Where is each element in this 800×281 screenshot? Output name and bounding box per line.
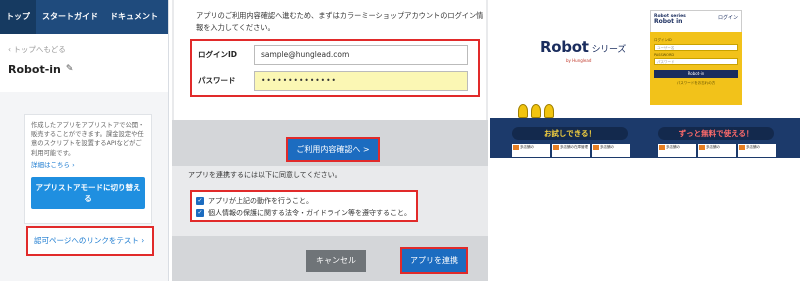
login-button[interactable]: Robot-in	[654, 70, 738, 78]
lightbulb-icon	[531, 104, 541, 118]
app-store-card: 作成したアプリをアプリストアで公開・販売することができます。課金設定や任意のスク…	[24, 114, 152, 224]
connect-app-button[interactable]: アプリを連携	[400, 247, 468, 274]
agreement-label: 個人情報の保護に関する法令・ガイドライン等を遵守すること。	[208, 209, 411, 217]
plan-card[interactable]: 多店舗の	[592, 144, 630, 157]
login-intro-text: アプリのご利用内容確認へ進むため、まずはカラーミーショップアカウントのログイン情…	[196, 11, 484, 32]
robot-in-logo: Robot series Robot in	[654, 14, 686, 25]
app-header: ‹ トップへもどる Robot-in ✎	[0, 34, 168, 92]
agreement-label: アプリが上記の動作を行うこと。	[208, 197, 313, 205]
lightbulb-icon	[518, 104, 528, 118]
checkbox-checked-icon[interactable]: ✓	[196, 197, 204, 205]
lightbulb-icons	[518, 100, 578, 118]
plan-card[interactable]: 多店舗の	[738, 144, 776, 157]
app-store-description: 作成したアプリをアプリストアで公開・販売することができます。課金設定や任意のスク…	[31, 122, 145, 157]
robot-in-website: Robot シリーズ by Hunglead Robot series Robot…	[490, 0, 800, 281]
details-link[interactable]: 詳細はこちら ›	[31, 159, 145, 169]
login-id-label: ログインID	[654, 38, 672, 42]
password-field[interactable]: ••••••••••••••	[254, 71, 468, 91]
plans-band: お試しできる！ ずっと無料で使える！ 多店舗の 多店舗の在庫管理 多店舗の 多店…	[490, 118, 800, 158]
back-to-top-link[interactable]: ‹ トップへもどる	[8, 44, 160, 55]
login-box: ログインID ユーザー名 PASSWORD パスワード Robot-in パスワ…	[650, 32, 742, 105]
app-title-row: Robot-in ✎	[8, 63, 160, 76]
confirm-usage-button[interactable]: ご利用内容確認へ >	[286, 137, 380, 162]
app-title: Robot-in	[8, 63, 61, 76]
consent-dialog: アプリのご利用内容確認へ進むため、まずはカラーミーショップアカウントのログイン情…	[172, 0, 488, 281]
lightbulb-icon	[544, 104, 554, 118]
nav-tab-start-guide[interactable]: スタートガイド	[36, 0, 104, 34]
login-id-field[interactable]: sample@hunglead.com	[254, 45, 468, 65]
test-auth-link[interactable]: 認可ページへのリンクをテスト ›	[26, 226, 154, 256]
hero-section: Robot シリーズ by Hunglead Robot series Robot…	[490, 0, 800, 118]
username-input[interactable]: ユーザー名	[654, 44, 738, 51]
robot-series-logo: Robot シリーズ	[540, 38, 626, 56]
plan-card[interactable]: 多店舗の	[698, 144, 736, 157]
forgot-password-link[interactable]: パスワードをお忘れの方	[654, 81, 738, 86]
login-form: ログインID sample@hunglead.com パスワード •••••••…	[190, 39, 480, 97]
cancel-button[interactable]: キャンセル	[306, 250, 366, 272]
app-settings-panel: トップ スタートガイド ドキュメント ‹ トップへもどる Robot-in ✎ …	[0, 0, 169, 281]
confirm-bar: ご利用内容確認へ >	[172, 120, 488, 166]
password-label: パスワード	[198, 76, 236, 85]
agreement-item[interactable]: ✓ アプリが上記の動作を行うこと。	[196, 195, 412, 207]
agreement-checklist: ✓ アプリが上記の動作を行うこと。 ✓ 個人情報の保護に関する法令・ガイドライン…	[190, 190, 418, 222]
plan-card[interactable]: 多店舗の在庫管理	[552, 144, 590, 157]
trial-cards: 多店舗の 多店舗の在庫管理 多店舗の	[512, 144, 630, 157]
switch-store-mode-button[interactable]: アプリストアモードに切り替える	[31, 176, 145, 209]
checkbox-checked-icon[interactable]: ✓	[196, 209, 204, 217]
dialog-footer: キャンセル アプリを連携	[172, 236, 488, 281]
login-id-label: ログインID	[198, 50, 238, 59]
free-cards: 多店舗の 多店舗の 多店舗の	[658, 144, 776, 157]
trial-label: お試しできる！	[512, 127, 628, 140]
nav-tab-top[interactable]: トップ	[0, 0, 36, 34]
logo-byline: by Hunglead	[566, 58, 592, 63]
agreement-item[interactable]: ✓ 個人情報の保護に関する法令・ガイドライン等を遵守すること。	[196, 207, 412, 219]
header-login-link[interactable]: ログイン	[718, 14, 738, 21]
free-label: ずっと無料で使える！	[658, 127, 774, 140]
agree-instructions: アプリを連携するには以下に同意してください。	[188, 171, 342, 179]
plan-card[interactable]: 多店舗の	[512, 144, 550, 157]
password-input[interactable]: パスワード	[654, 58, 738, 65]
plan-card[interactable]: 多店舗の	[658, 144, 696, 157]
password-label: PASSWORD	[654, 53, 675, 57]
pencil-icon[interactable]: ✎	[66, 65, 75, 74]
nav-tab-documents[interactable]: ドキュメント	[104, 0, 164, 34]
top-nav: トップ スタートガイド ドキュメント	[0, 0, 168, 34]
